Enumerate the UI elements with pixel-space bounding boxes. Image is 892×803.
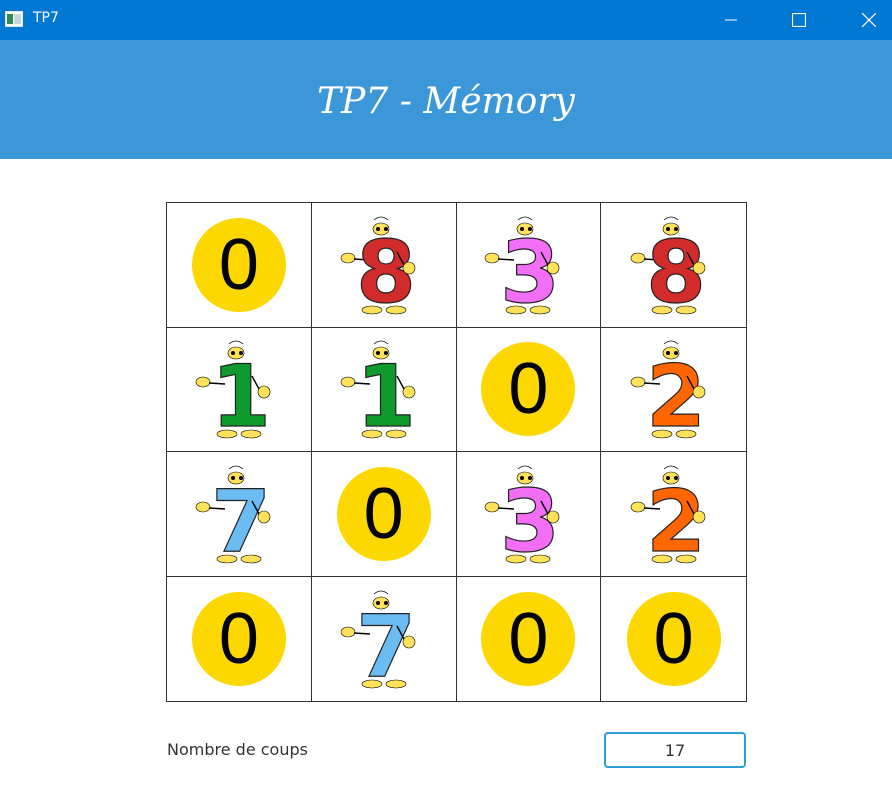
memory-card[interactable]: 0 (311, 452, 457, 577)
number-character-image: 7 (334, 584, 434, 694)
memory-card[interactable]: 8 (311, 203, 457, 328)
card-back-token: 0 (191, 591, 286, 686)
number-character-image: 3 (478, 210, 578, 320)
card-back-token: 0 (626, 591, 721, 686)
memory-card[interactable]: 3 (456, 203, 602, 328)
memory-card[interactable]: 7 (167, 452, 312, 577)
memory-card[interactable]: 2 (601, 452, 746, 577)
minimize-icon (725, 19, 737, 21)
number-character-image: 7 (189, 459, 289, 569)
memory-card[interactable]: 8 (601, 203, 746, 328)
number-character-image: 8 (334, 210, 434, 320)
number-character-image: 2 (624, 334, 724, 444)
card-back-token: 0 (481, 342, 576, 437)
app-title: TP7 - Mémory (317, 81, 575, 122)
number-character-image: 2 (624, 459, 724, 569)
card-back-token: 0 (336, 466, 431, 561)
app-header: TP7 - Mémory (0, 40, 892, 159)
memory-card[interactable]: 0 (456, 327, 602, 452)
number-character-image: 1 (189, 334, 289, 444)
maximize-icon (792, 13, 806, 27)
memory-card[interactable]: 7 (311, 576, 457, 701)
window-titlebar: TP7 (0, 0, 892, 40)
number-character-image: 3 (478, 459, 578, 569)
minimize-button[interactable] (708, 0, 754, 40)
memory-card[interactable]: 0 (167, 203, 312, 328)
memory-card[interactable]: 1 (311, 327, 457, 452)
memory-card[interactable]: 0 (601, 576, 746, 701)
memory-card[interactable]: 0 (456, 576, 602, 701)
number-character-image: 1 (334, 334, 434, 444)
close-button[interactable] (846, 0, 892, 40)
moves-count-field[interactable] (604, 732, 746, 768)
memory-board: 0838110270320700 (166, 202, 747, 702)
moves-count-label: Nombre de coups (167, 740, 308, 759)
memory-card[interactable]: 2 (601, 327, 746, 452)
memory-card[interactable]: 0 (167, 576, 312, 701)
card-back-token: 0 (481, 591, 576, 686)
memory-card[interactable]: 3 (456, 452, 602, 577)
card-back-token: 0 (191, 217, 286, 312)
number-character-image: 8 (624, 210, 724, 320)
maximize-button[interactable] (776, 0, 822, 40)
close-icon (862, 13, 876, 27)
memory-card[interactable]: 1 (167, 327, 312, 452)
app-window-icon (5, 11, 23, 27)
window-title: TP7 (33, 10, 59, 26)
